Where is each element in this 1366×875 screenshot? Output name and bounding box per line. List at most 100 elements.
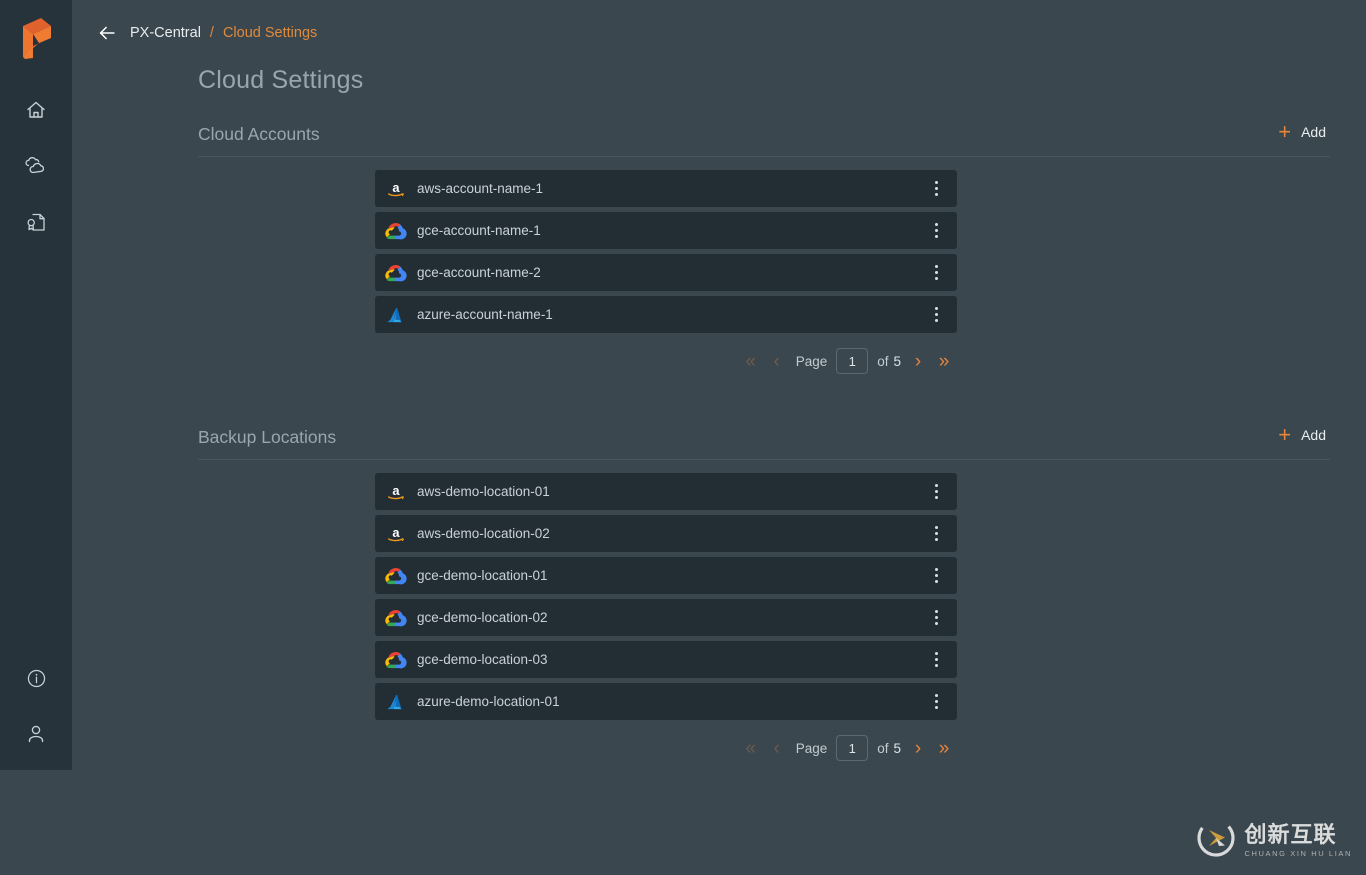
row-label: azure-account-name-1 bbox=[417, 307, 553, 322]
info-circle-icon bbox=[25, 667, 48, 690]
row-menu-button[interactable] bbox=[927, 564, 945, 587]
table-row[interactable]: azure-account-name-1 bbox=[375, 296, 957, 333]
row-label: gce-account-name-2 bbox=[417, 265, 541, 280]
section-cloud-accounts: Cloud Accounts + Add bbox=[198, 119, 1330, 157]
row-menu-button[interactable] bbox=[927, 522, 945, 545]
watermark-chinese: 创新互联 bbox=[1244, 821, 1337, 847]
topbar: PX-Central / Cloud Settings bbox=[72, 0, 1366, 66]
cloud-accounts-pagination: « ‹ Page of 5 › » bbox=[375, 338, 957, 378]
sidebar-item-account[interactable] bbox=[0, 706, 72, 762]
breadcrumb: PX-Central / Cloud Settings bbox=[130, 25, 317, 41]
svg-text:a: a bbox=[392, 482, 400, 497]
row-menu-button[interactable] bbox=[927, 303, 945, 326]
sidebar-nav-primary bbox=[0, 82, 72, 250]
app-root: PX-Central / Cloud Settings Cloud Settin… bbox=[0, 0, 1366, 875]
total-pages: 5 bbox=[893, 740, 901, 756]
table-row[interactable]: gce-demo-location-01 bbox=[375, 557, 957, 594]
cloud-accounts-list: a aws-account-name-1 gce-account-name-1 … bbox=[375, 157, 957, 333]
row-menu-button[interactable] bbox=[927, 648, 945, 671]
add-backup-location-button[interactable]: + Add bbox=[1274, 422, 1330, 448]
home-icon bbox=[24, 98, 48, 122]
gcp-icon bbox=[385, 220, 407, 242]
license-document-icon bbox=[24, 210, 48, 234]
breadcrumb-root[interactable]: PX-Central bbox=[130, 25, 201, 41]
total-pages: 5 bbox=[893, 353, 901, 369]
breadcrumb-current[interactable]: Cloud Settings bbox=[223, 25, 317, 41]
watermark-logo-icon bbox=[1196, 818, 1236, 863]
backup-locations-pagination: « ‹ Page of 5 › » bbox=[375, 725, 957, 765]
last-page-icon[interactable]: » bbox=[931, 735, 957, 761]
row-label: azure-demo-location-01 bbox=[417, 694, 560, 709]
table-row[interactable]: gce-account-name-1 bbox=[375, 212, 957, 249]
section-backup-locations: Backup Locations + Add bbox=[198, 422, 1330, 460]
table-row[interactable]: a aws-demo-location-01 bbox=[375, 473, 957, 510]
watermark-pinyin: CHUANG XIN HU LIAN bbox=[1244, 848, 1352, 858]
row-menu-button[interactable] bbox=[927, 606, 945, 629]
table-row[interactable]: a aws-account-name-1 bbox=[375, 170, 957, 207]
first-page-icon[interactable]: « bbox=[738, 348, 764, 374]
page-number-input[interactable] bbox=[836, 348, 869, 374]
table-row[interactable]: gce-account-name-2 bbox=[375, 254, 957, 291]
table-row[interactable]: gce-demo-location-02 bbox=[375, 599, 957, 636]
next-page-icon[interactable]: › bbox=[905, 735, 931, 761]
row-label: aws-demo-location-01 bbox=[417, 484, 550, 499]
svg-text:a: a bbox=[392, 524, 400, 539]
table-row[interactable]: a aws-demo-location-02 bbox=[375, 515, 957, 552]
page-number-input[interactable] bbox=[836, 735, 869, 761]
prev-page-icon[interactable]: ‹ bbox=[764, 348, 790, 374]
page-title: Cloud Settings bbox=[198, 66, 364, 94]
section-title: Cloud Accounts bbox=[198, 124, 320, 144]
portworx-logo[interactable] bbox=[0, 0, 72, 76]
user-icon bbox=[24, 722, 48, 746]
of-label: of bbox=[877, 353, 889, 369]
back-arrow-icon[interactable] bbox=[96, 22, 118, 44]
aws-icon: a bbox=[385, 178, 407, 200]
row-menu-button[interactable] bbox=[927, 219, 945, 242]
watermark-text: 创新互联 CHUANG XIN HU LIAN bbox=[1244, 821, 1352, 858]
breadcrumb-separator: / bbox=[209, 25, 214, 41]
page-label: Page bbox=[795, 353, 828, 369]
row-label: gce-demo-location-01 bbox=[417, 568, 548, 583]
aws-icon: a bbox=[385, 523, 407, 545]
add-button-label: Add bbox=[1301, 427, 1326, 443]
table-row[interactable]: gce-demo-location-03 bbox=[375, 641, 957, 678]
gcp-icon bbox=[385, 607, 407, 629]
last-page-icon[interactable]: » bbox=[931, 348, 957, 374]
row-label: gce-account-name-1 bbox=[417, 223, 541, 238]
first-page-icon[interactable]: « bbox=[738, 735, 764, 761]
plus-icon: + bbox=[1278, 422, 1292, 447]
gcp-icon bbox=[385, 565, 407, 587]
of-label: of bbox=[877, 740, 889, 756]
sidebar-nav-secondary bbox=[0, 650, 72, 770]
row-label: gce-demo-location-03 bbox=[417, 652, 548, 667]
azure-icon bbox=[385, 304, 407, 326]
sidebar-item-license[interactable] bbox=[0, 194, 72, 250]
prev-page-icon[interactable]: ‹ bbox=[764, 735, 790, 761]
watermark: 创新互联 CHUANG XIN HU LIAN bbox=[1196, 818, 1352, 863]
aws-icon: a bbox=[385, 481, 407, 503]
section-header: Cloud Accounts + Add bbox=[198, 119, 1330, 157]
section-header: Backup Locations + Add bbox=[198, 422, 1330, 460]
row-menu-button[interactable] bbox=[927, 261, 945, 284]
azure-icon bbox=[385, 691, 407, 713]
table-row[interactable]: azure-demo-location-01 bbox=[375, 683, 957, 720]
row-label: aws-account-name-1 bbox=[417, 181, 544, 196]
next-page-icon[interactable]: › bbox=[905, 348, 931, 374]
sidebar-item-info[interactable] bbox=[0, 650, 72, 706]
svg-text:a: a bbox=[392, 179, 400, 194]
section-title: Backup Locations bbox=[198, 427, 337, 447]
sidebar-item-home[interactable] bbox=[0, 82, 72, 138]
backup-locations-list: a aws-demo-location-01 a aws-demo-locati… bbox=[375, 460, 957, 720]
plus-icon: + bbox=[1278, 119, 1292, 144]
gcp-icon bbox=[385, 262, 407, 284]
add-cloud-account-button[interactable]: + Add bbox=[1274, 119, 1330, 145]
gcp-icon bbox=[385, 649, 407, 671]
row-menu-button[interactable] bbox=[927, 690, 945, 713]
clouds-icon bbox=[23, 154, 49, 178]
page-label: Page bbox=[795, 740, 828, 756]
main-content: PX-Central / Cloud Settings Cloud Settin… bbox=[72, 0, 1366, 875]
row-label: aws-demo-location-02 bbox=[417, 526, 550, 541]
sidebar-item-clouds[interactable] bbox=[0, 138, 72, 194]
row-menu-button[interactable] bbox=[927, 480, 945, 503]
row-menu-button[interactable] bbox=[927, 177, 945, 200]
